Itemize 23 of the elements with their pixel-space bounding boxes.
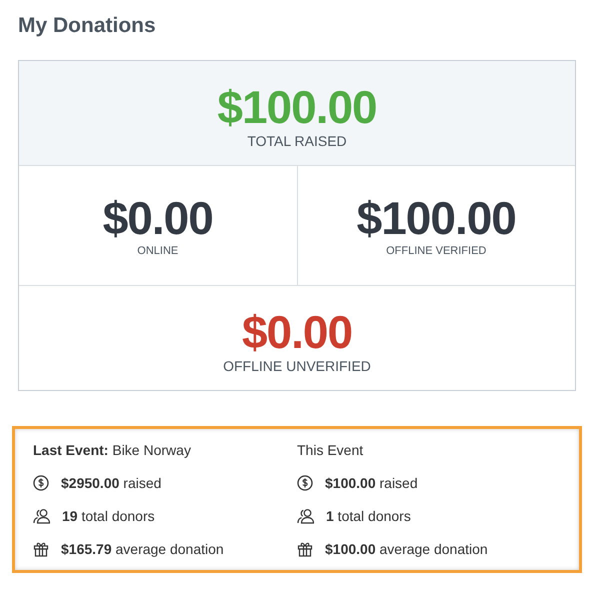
- amount-label: TOTAL RAISED: [246, 133, 348, 150]
- stat-text: $100.00 raised: [325, 474, 418, 492]
- amount: $100.00: [356, 194, 517, 243]
- event-heading: This Event: [297, 440, 364, 459]
- amount-label: ONLINE: [136, 244, 180, 257]
- stat-text: 1 total donors: [326, 506, 411, 525]
- dollar-icon: [33, 474, 49, 491]
- stat-text: $100.00 average donation: [325, 540, 488, 558]
- gift-icon: [33, 540, 49, 557]
- stat-text: $2950.00 raised: [61, 474, 162, 492]
- page-title: My Donations: [18, 14, 157, 38]
- gift-icon: [297, 540, 313, 557]
- amount: $100.00: [216, 83, 378, 132]
- amount-label: OFFLINE UNVERIFIED: [222, 358, 372, 374]
- dollar-icon: [297, 474, 313, 491]
- stat-text: 19 total donors: [62, 506, 155, 525]
- people-icon: [33, 508, 50, 524]
- amount: $0.00: [240, 308, 354, 356]
- amount-label: OFFLINE VERIFIED: [385, 244, 488, 257]
- people-icon: [297, 508, 314, 524]
- stat-text: $165.79 average donation: [61, 540, 224, 558]
- event-heading: Last Event: Bike Norway: [33, 440, 192, 459]
- amount: $0.00: [102, 194, 214, 243]
